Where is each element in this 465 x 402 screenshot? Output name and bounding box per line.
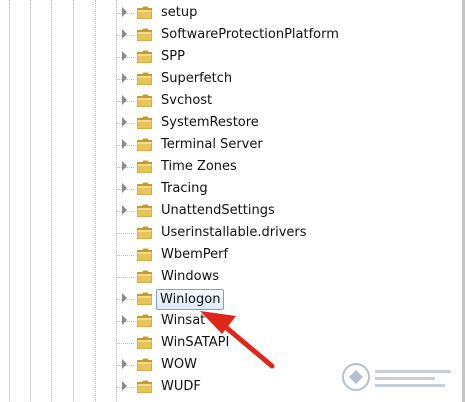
registry-key-label[interactable]: Svchost xyxy=(159,90,214,112)
folder-icon xyxy=(136,357,153,372)
registry-key-item[interactable]: UnattendSettings xyxy=(0,200,462,222)
registry-key-item[interactable]: Winsat xyxy=(0,310,462,332)
registry-key-item[interactable]: Winlogon xyxy=(0,288,462,310)
folder-icon xyxy=(136,269,153,284)
folder-icon xyxy=(136,159,153,174)
expand-triangle-icon[interactable] xyxy=(122,293,127,303)
folder-icon xyxy=(136,115,153,130)
folder-icon xyxy=(136,49,153,64)
folder-icon xyxy=(136,379,153,394)
expand-triangle-icon[interactable] xyxy=(122,315,127,325)
tree-connector-line xyxy=(116,277,134,278)
registry-key-label[interactable]: setup xyxy=(159,2,199,24)
expand-triangle-icon[interactable] xyxy=(122,51,127,61)
registry-key-label[interactable]: Windows xyxy=(159,266,221,288)
folder-icon xyxy=(136,203,153,218)
tree-connector-line xyxy=(116,255,134,256)
registry-key-item[interactable]: Windows xyxy=(0,266,462,288)
folder-icon xyxy=(136,335,153,350)
registry-key-label[interactable]: Terminal Server xyxy=(159,134,265,156)
expand-triangle-icon[interactable] xyxy=(122,95,127,105)
expand-triangle-icon[interactable] xyxy=(122,161,127,171)
folder-icon xyxy=(136,313,153,328)
folder-icon xyxy=(136,27,153,42)
registry-key-label[interactable]: UnattendSettings xyxy=(159,200,277,222)
tree-connector-line xyxy=(116,233,134,234)
registry-key-item[interactable]: Superfetch xyxy=(0,68,462,90)
expand-triangle-icon[interactable] xyxy=(122,139,127,149)
registry-key-label[interactable]: SPP xyxy=(159,46,187,68)
registry-key-label[interactable]: WUDF xyxy=(159,376,203,398)
registry-key-label[interactable]: Winlogon xyxy=(156,289,225,310)
expand-triangle-icon[interactable] xyxy=(122,73,127,83)
expand-triangle-icon[interactable] xyxy=(122,359,127,369)
folder-icon xyxy=(136,5,153,20)
registry-key-item[interactable]: WinSATAPI xyxy=(0,332,462,354)
folder-icon xyxy=(136,247,153,262)
expand-triangle-icon[interactable] xyxy=(122,205,127,215)
registry-key-item[interactable]: setup xyxy=(0,2,462,24)
expand-triangle-icon[interactable] xyxy=(122,183,127,193)
registry-key-label[interactable]: Userinstallable.drivers xyxy=(159,222,309,244)
registry-editor-tree-pane: setup SoftwareProtectionPlatform SPP Superf… xyxy=(0,0,465,402)
expand-triangle-icon[interactable] xyxy=(122,381,127,391)
registry-key-item[interactable]: Svchost xyxy=(0,90,462,112)
registry-key-item[interactable]: SPP xyxy=(0,46,462,68)
registry-key-label[interactable]: SoftwareProtectionPlatform xyxy=(159,24,341,46)
expand-triangle-icon[interactable] xyxy=(122,7,127,17)
registry-key-label[interactable]: WbemPerf xyxy=(159,244,230,266)
folder-icon xyxy=(136,137,153,152)
registry-key-label[interactable]: Time Zones xyxy=(159,156,239,178)
folder-icon xyxy=(136,225,153,240)
registry-key-tree: setup SoftwareProtectionPlatform SPP Superf… xyxy=(0,2,462,398)
registry-key-item[interactable]: Userinstallable.drivers xyxy=(0,222,462,244)
registry-key-label[interactable]: WOW xyxy=(159,354,199,376)
registry-key-item[interactable]: Time Zones xyxy=(0,156,462,178)
registry-key-item[interactable]: SoftwareProtectionPlatform xyxy=(0,24,462,46)
folder-icon xyxy=(136,291,153,306)
registry-key-item[interactable]: SystemRestore xyxy=(0,112,462,134)
registry-key-item[interactable]: Tracing xyxy=(0,178,462,200)
registry-key-label[interactable]: SystemRestore xyxy=(159,112,261,134)
expand-triangle-icon[interactable] xyxy=(122,29,127,39)
registry-key-item[interactable]: Terminal Server xyxy=(0,134,462,156)
folder-icon xyxy=(136,93,153,108)
site-logo-watermark xyxy=(339,360,459,398)
registry-key-label[interactable]: WinSATAPI xyxy=(159,332,231,354)
expand-triangle-icon[interactable] xyxy=(122,117,127,127)
registry-key-item[interactable]: WbemPerf xyxy=(0,244,462,266)
tree-connector-line xyxy=(116,343,134,344)
registry-key-label[interactable]: Superfetch xyxy=(159,68,234,90)
folder-icon xyxy=(136,181,153,196)
folder-icon xyxy=(136,71,153,86)
registry-key-label[interactable]: Winsat xyxy=(159,310,207,332)
registry-key-label[interactable]: Tracing xyxy=(159,178,210,200)
